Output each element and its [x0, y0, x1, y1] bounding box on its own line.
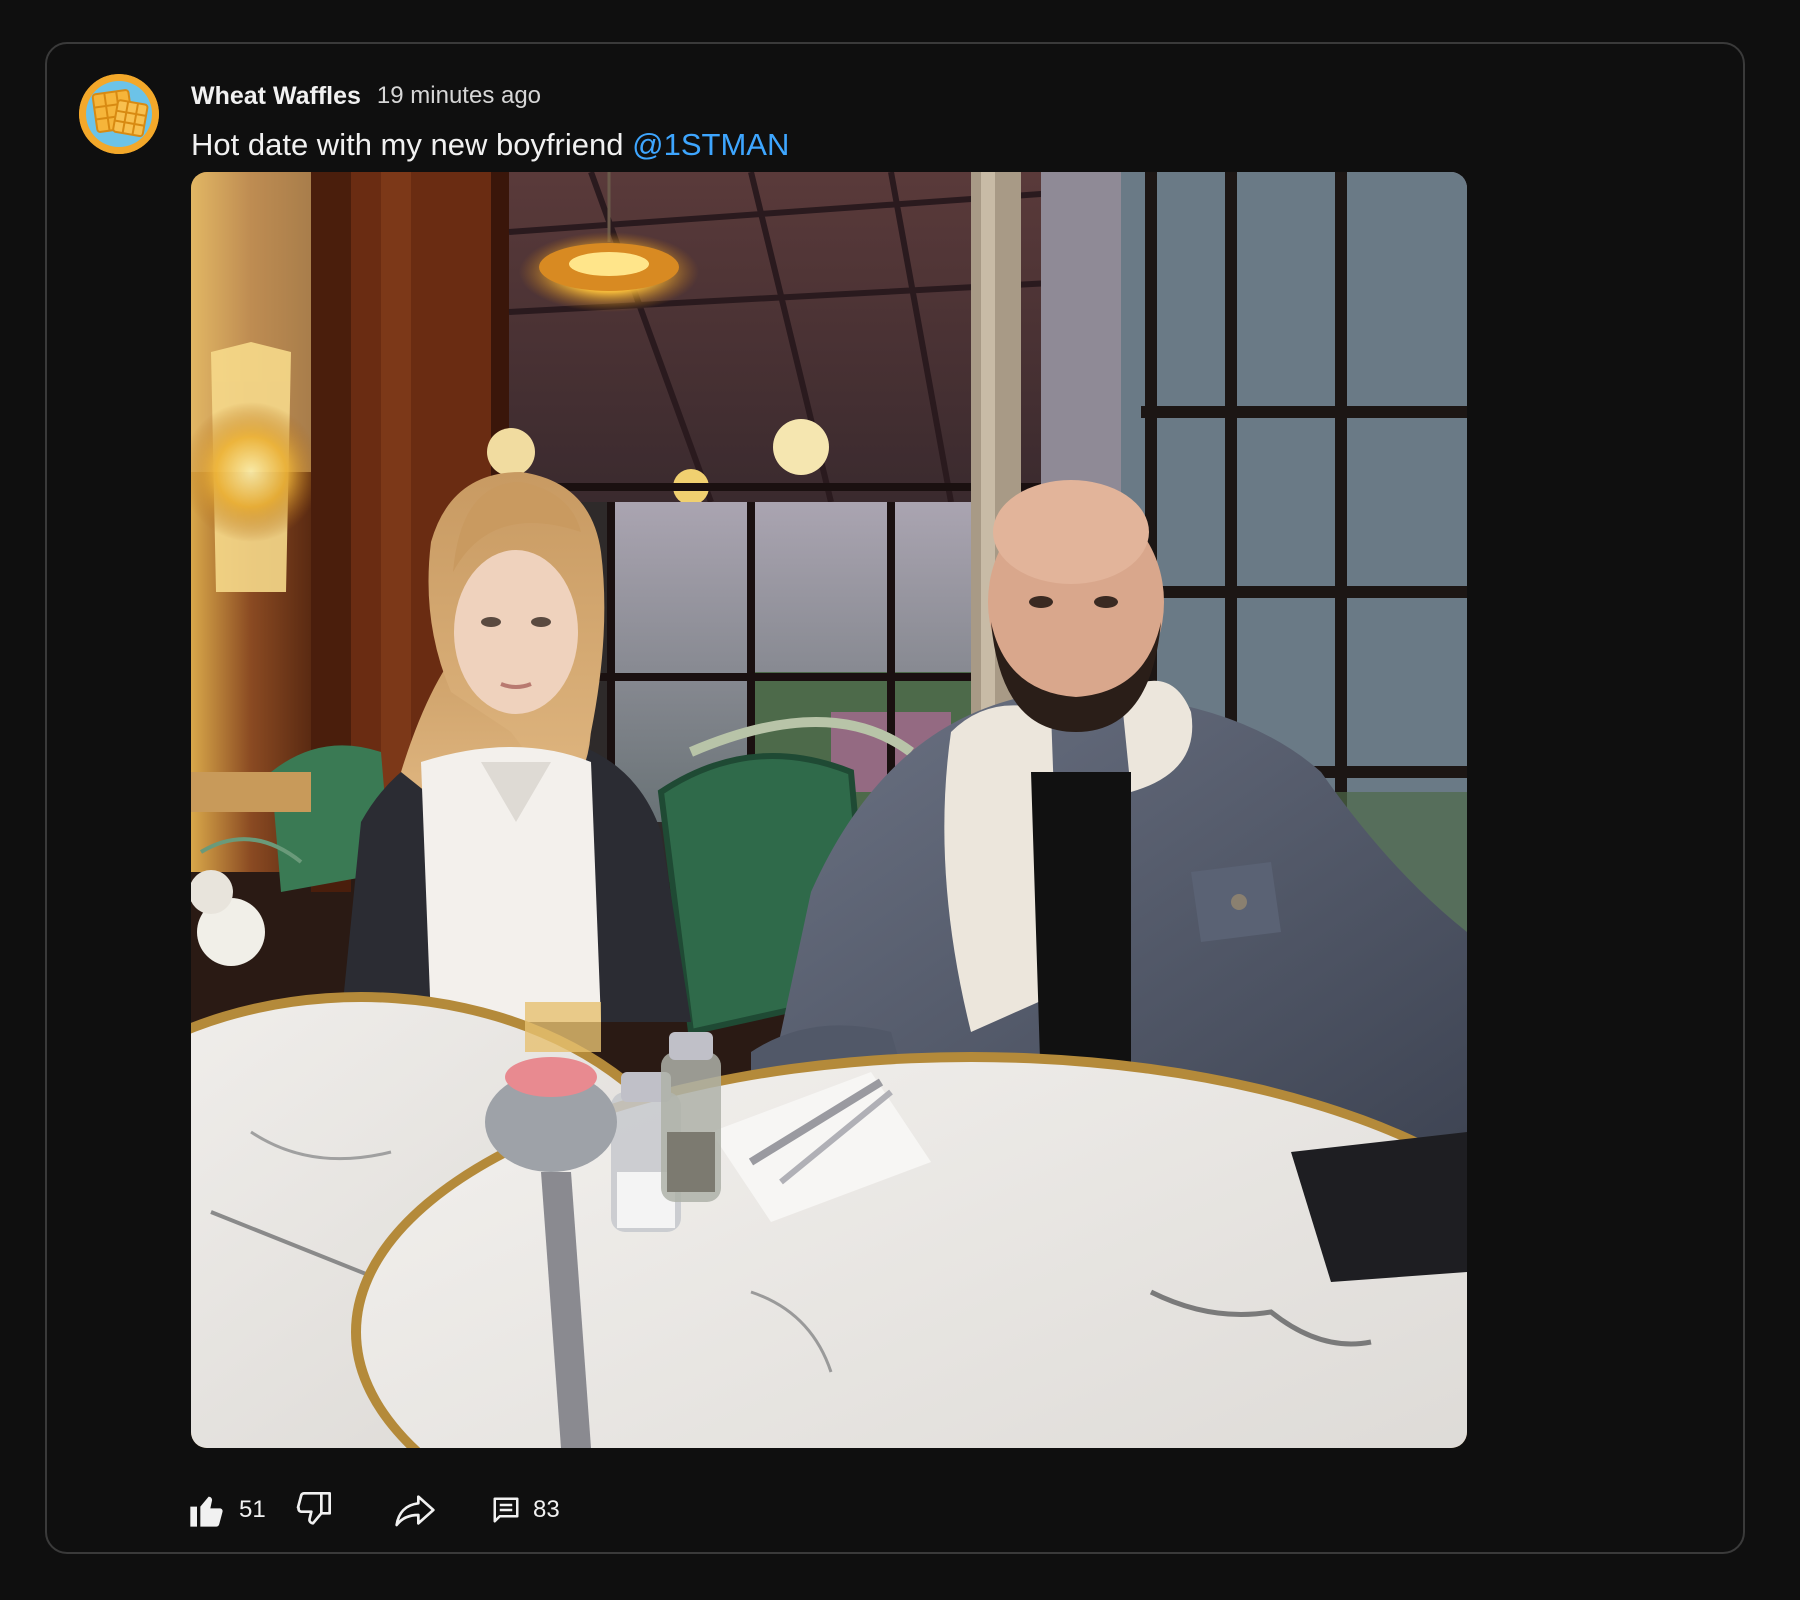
like-button[interactable]: 51	[187, 1482, 266, 1538]
thumbs-down-icon	[296, 1492, 331, 1525]
post-card: Wheat Waffles 19 minutes ago Hot date wi…	[45, 42, 1745, 1554]
post-text-body: Hot date with my new boyfriend	[191, 127, 624, 162]
author-avatar[interactable]	[79, 74, 159, 154]
waffle-icon	[79, 74, 159, 154]
post-actions: 51 83	[187, 1482, 787, 1538]
post-image[interactable]	[191, 172, 1467, 1448]
post-header: Wheat Waffles 19 minutes ago	[191, 76, 541, 116]
comment-count: 83	[533, 1496, 560, 1523]
comment-icon	[493, 1497, 519, 1523]
share-arrow-icon	[395, 1495, 435, 1527]
post-timestamp[interactable]: 19 minutes ago	[377, 82, 541, 110]
author-name[interactable]: Wheat Waffles	[191, 82, 361, 111]
thumbs-up-icon	[190, 1496, 223, 1527]
post-text: Hot date with my new boyfriend @1STMAN	[191, 120, 789, 170]
like-count: 51	[239, 1496, 266, 1523]
comment-button[interactable]: 83	[491, 1482, 560, 1538]
share-button[interactable]	[393, 1482, 437, 1538]
cafe-photo	[191, 172, 1467, 1448]
mention-link[interactable]: @1STMAN	[632, 127, 789, 162]
dislike-button[interactable]	[293, 1482, 333, 1538]
